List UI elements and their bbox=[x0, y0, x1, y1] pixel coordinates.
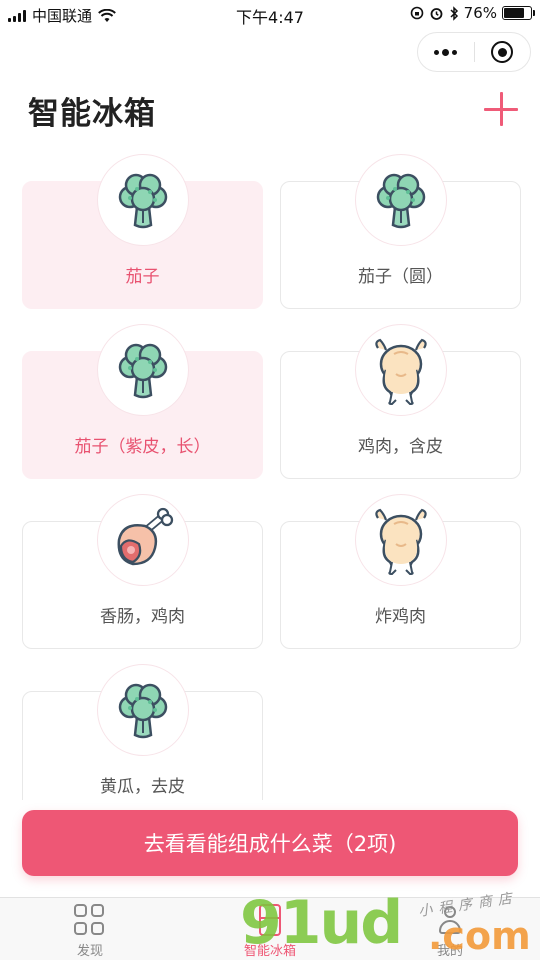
tab-mine[interactable]: 我的 bbox=[400, 904, 500, 959]
ingredient-icon-circle bbox=[97, 664, 189, 756]
broccoli-icon bbox=[110, 167, 176, 233]
tab-label: 智能冰箱 bbox=[243, 944, 296, 959]
ingredient-label: 茄子（圆） bbox=[358, 267, 443, 287]
grid-icon bbox=[74, 904, 106, 936]
ingredient-icon-circle bbox=[97, 494, 189, 586]
ingredient-card[interactable]: 炸鸡肉 bbox=[280, 494, 521, 649]
ingredient-card[interactable]: 茄子（紫皮，长） bbox=[22, 324, 263, 479]
find-dishes-button[interactable]: 去看看能组成什么菜（2项) bbox=[22, 810, 518, 876]
ingredient-label: 炸鸡肉 bbox=[375, 607, 426, 627]
ingredient-label: 茄子（紫皮，长） bbox=[74, 437, 211, 457]
tab-label: 我的 bbox=[436, 944, 463, 959]
ingredient-card[interactable]: 鸡肉，含皮 bbox=[280, 324, 521, 479]
broccoli-icon bbox=[110, 677, 176, 743]
ingredient-icon-circle bbox=[355, 154, 447, 246]
tab-label: 发现 bbox=[76, 944, 103, 959]
ingredient-label: 鸡肉，含皮 bbox=[358, 437, 443, 457]
user-icon bbox=[434, 904, 466, 936]
tab-bar: 发现 智能冰箱 我的 bbox=[0, 897, 540, 960]
ingredient-label: 香肠，鸡肉 bbox=[100, 607, 185, 627]
ingredient-grid: 茄子 茄子（圆） 茄子（紫皮，长） 鸡肉，含皮 香肠，鸡肉 炸鸡肉 黄瓜，去皮 bbox=[0, 0, 540, 800]
ingredient-icon-circle bbox=[355, 494, 447, 586]
ingredient-card[interactable]: 茄子 bbox=[22, 154, 263, 309]
ingredient-icon-circle bbox=[355, 324, 447, 416]
roast-chicken-icon bbox=[368, 504, 434, 576]
ingredient-card[interactable]: 黄瓜，去皮 bbox=[22, 664, 263, 800]
broccoli-icon bbox=[368, 167, 434, 233]
fridge-icon bbox=[254, 904, 286, 936]
broccoli-icon bbox=[110, 337, 176, 403]
ingredient-card[interactable]: 香肠，鸡肉 bbox=[22, 494, 263, 649]
ingredient-icon-circle bbox=[97, 324, 189, 416]
ham-leg-icon bbox=[109, 506, 177, 574]
roast-chicken-icon bbox=[368, 334, 434, 406]
tab-fridge[interactable]: 智能冰箱 bbox=[220, 904, 320, 959]
tab-discover[interactable]: 发现 bbox=[40, 904, 140, 959]
ingredient-card[interactable]: 茄子（圆） bbox=[280, 154, 521, 309]
ingredient-label: 黄瓜，去皮 bbox=[100, 777, 185, 797]
ingredient-icon-circle bbox=[97, 154, 189, 246]
ingredient-label: 茄子 bbox=[125, 267, 160, 287]
